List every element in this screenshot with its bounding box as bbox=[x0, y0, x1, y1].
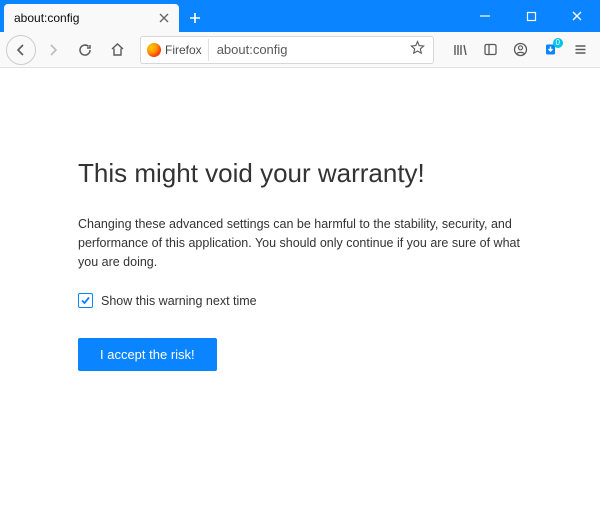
checkbox-label: Show this warning next time bbox=[101, 294, 257, 308]
accept-risk-button[interactable]: I accept the risk! bbox=[78, 338, 217, 371]
bookmark-star-icon[interactable] bbox=[406, 40, 429, 60]
firefox-icon bbox=[147, 43, 161, 57]
url-bar[interactable]: Firefox about:config bbox=[140, 36, 434, 64]
tab-title: about:config bbox=[14, 11, 151, 25]
titlebar: about:config bbox=[0, 0, 600, 32]
warning-text: Changing these advanced settings can be … bbox=[78, 215, 540, 271]
sidebar-icon[interactable] bbox=[476, 36, 504, 64]
show-warning-checkbox[interactable] bbox=[78, 293, 93, 308]
reload-button[interactable] bbox=[70, 35, 100, 65]
new-tab-button[interactable] bbox=[181, 4, 209, 32]
show-warning-checkbox-row: Show this warning next time bbox=[78, 293, 540, 308]
back-button[interactable] bbox=[6, 35, 36, 65]
page-title: This might void your warranty! bbox=[78, 158, 540, 189]
warning-page: This might void your warranty! Changing … bbox=[0, 68, 600, 371]
window-controls bbox=[462, 0, 600, 32]
home-button[interactable] bbox=[102, 35, 132, 65]
nav-toolbar: Firefox about:config 0 bbox=[0, 32, 600, 68]
identity-label: Firefox bbox=[165, 43, 202, 57]
downloads-icon[interactable]: 0 bbox=[536, 36, 564, 64]
close-tab-icon[interactable] bbox=[157, 11, 171, 25]
url-text[interactable]: about:config bbox=[213, 42, 402, 57]
identity-box[interactable]: Firefox bbox=[145, 39, 209, 61]
menu-icon[interactable] bbox=[566, 36, 594, 64]
forward-button[interactable] bbox=[38, 35, 68, 65]
minimize-button[interactable] bbox=[462, 0, 508, 32]
close-window-button[interactable] bbox=[554, 0, 600, 32]
browser-tab[interactable]: about:config bbox=[4, 4, 179, 32]
downloads-badge: 0 bbox=[553, 38, 563, 48]
toolbar-right: 0 bbox=[442, 36, 594, 64]
maximize-button[interactable] bbox=[508, 0, 554, 32]
account-icon[interactable] bbox=[506, 36, 534, 64]
library-icon[interactable] bbox=[446, 36, 474, 64]
